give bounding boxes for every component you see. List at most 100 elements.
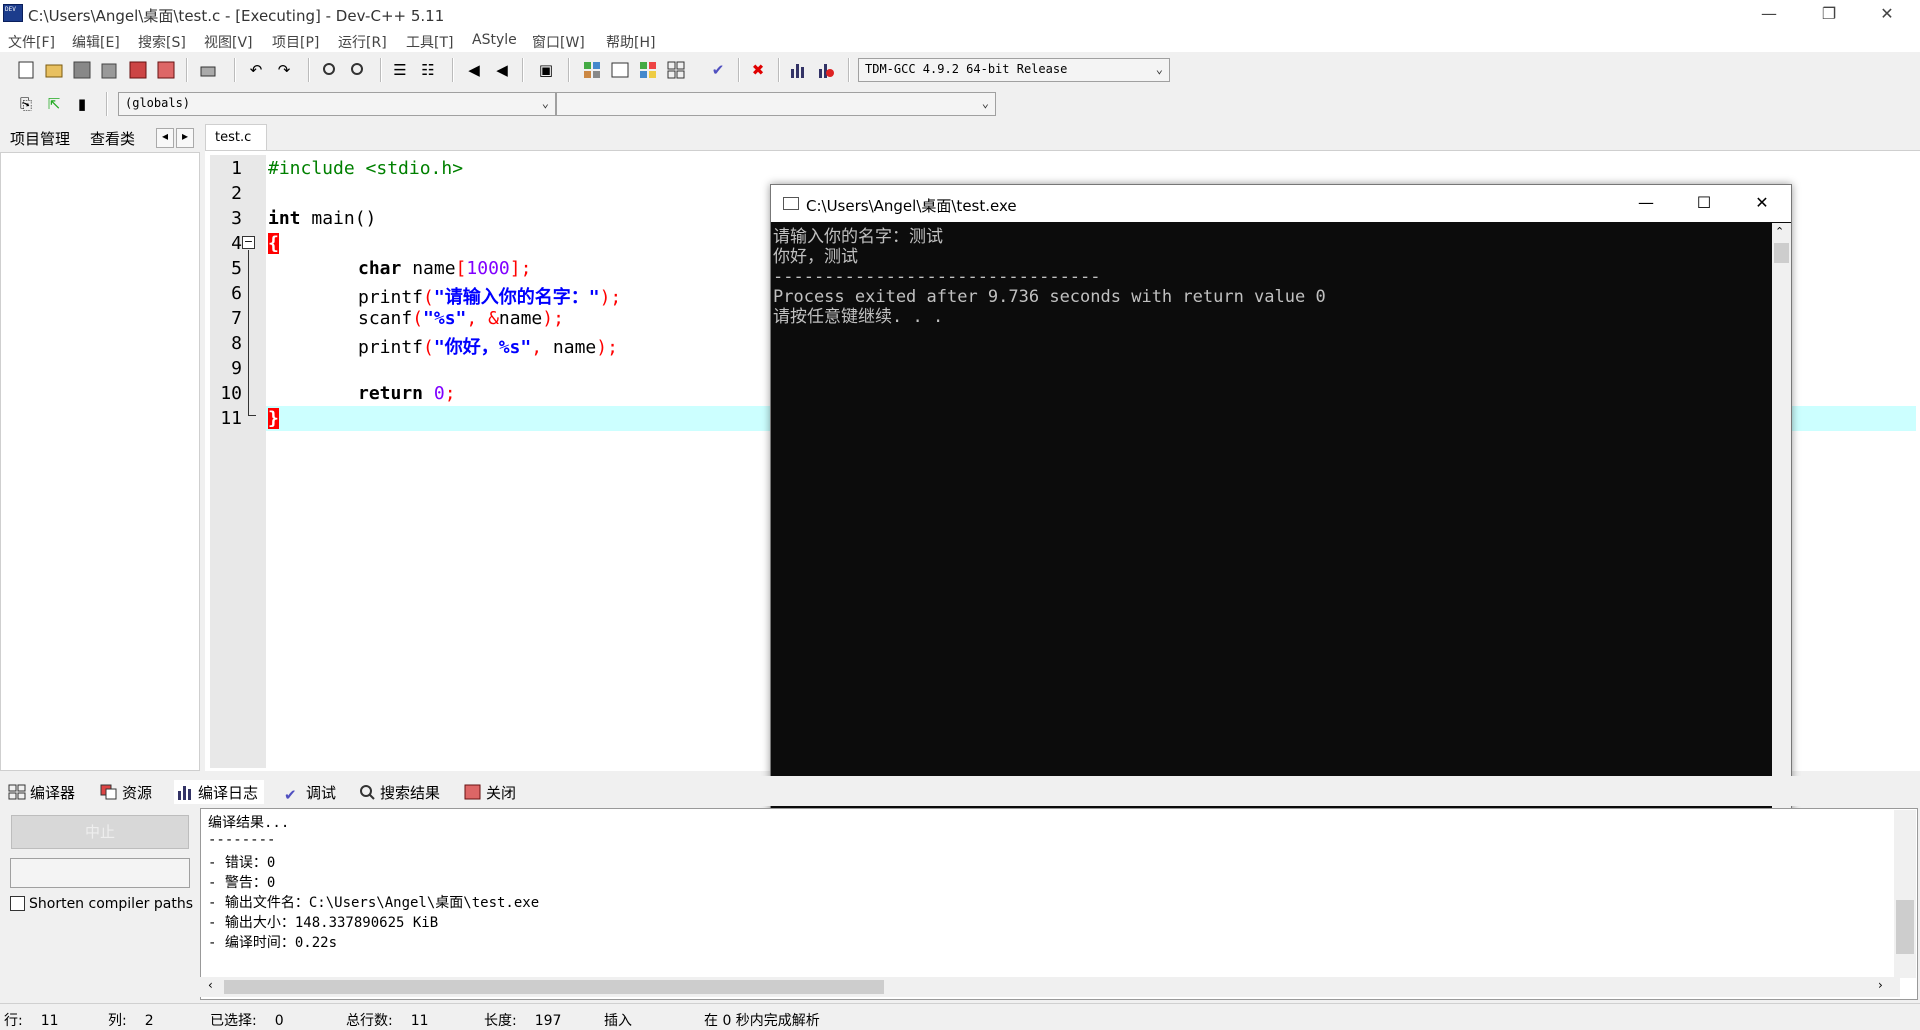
code-symbol: , [466,308,489,329]
tab-compiler[interactable]: 编译器 [8,780,75,804]
shorten-paths-option[interactable]: Shorten compiler paths [10,896,193,912]
save-all-icon[interactable] [98,58,122,82]
code-symbol: ); [596,337,618,358]
fold-toggle-icon[interactable]: − [242,236,255,249]
editor-tab-test-c[interactable]: test.c [205,124,267,150]
find-icon[interactable] [318,58,342,82]
restore-button[interactable]: ❐ [1800,0,1858,28]
goto-icon[interactable]: ▮ [70,92,94,116]
tab-class-browser[interactable]: 查看类 [84,126,142,150]
code-symbol: & [488,308,499,329]
code-symbol: ); [599,287,622,308]
console-scrollbar[interactable]: ⌃ ⌄ [1772,223,1791,821]
syntax-check-icon[interactable]: ✔ [706,58,730,82]
status-label: 总行数: [346,1013,393,1029]
code-line-8: printf("你好，%s", name); [358,333,618,359]
scope-select-value: (globals) [125,96,191,110]
shorten-paths-label: Shorten compiler paths [29,896,194,912]
menu-search[interactable]: 搜索[S] [138,32,186,52]
compile-run-icon[interactable] [636,58,660,82]
tab-close[interactable]: 关闭 [464,780,516,804]
compiler-select[interactable]: TDM-GCC 4.9.2 64-bit Release ⌄ [858,58,1170,82]
tab-resources[interactable]: 资源 [100,780,152,804]
toggle-icon[interactable]: ⇱ [42,92,66,116]
line-number: 11 [220,408,242,429]
undo-icon[interactable]: ↶ [244,58,268,82]
bookmark-next-icon[interactable]: ◀ [490,58,514,82]
console-window[interactable]: C:\Users\Angel\桌面\test.exe — ☐ ✕ 请输入你的名字… [770,184,1792,822]
fold-line [248,250,249,415]
code-symbol: ( [412,308,424,329]
profile-icon[interactable] [786,58,810,82]
rebuild-all-icon[interactable] [664,58,688,82]
code-line-3: int main() [268,208,376,229]
redo-icon[interactable]: ↷ [272,58,296,82]
open-file-icon[interactable] [42,58,66,82]
print-icon[interactable] [196,58,220,82]
menu-edit[interactable]: 编辑[E] [72,32,120,52]
tab-label: 关闭 [486,784,517,802]
run-icon[interactable] [608,58,632,82]
console-line: 你好，测试 [773,247,858,267]
insert-icon[interactable]: ⎘ [14,92,38,116]
console-line: -------------------------------- [773,267,1101,287]
chevron-down-icon: ⌄ [541,96,549,110]
menu-view[interactable]: 视图[V] [204,32,253,52]
output-vscroll-thumb[interactable] [1896,900,1914,954]
log-line: - 警告：0 [208,875,276,891]
line-number: 10 [220,383,242,404]
console-maximize-button[interactable]: ☐ [1675,191,1733,215]
console-close-button[interactable]: ✕ [1733,191,1791,215]
log-line: 编译结果... [208,815,290,831]
chart-icon [176,784,194,800]
save-icon[interactable] [70,58,94,82]
bookmark-prev-icon[interactable]: ◀ [462,58,486,82]
menu-bar: 文件[F] 编辑[E] 搜索[S] 视图[V] 项目[P] 运行[R] 工具[T… [0,28,1920,52]
output-hscroll-thumb[interactable] [224,980,884,994]
console-output: 请输入你的名字：测试 你好，测试 -----------------------… [771,223,1773,821]
unindent-icon[interactable]: ☷ [416,58,440,82]
minimize-button[interactable]: — [1740,0,1798,28]
scroll-left-icon[interactable]: ‹ [208,978,213,992]
console-scroll-thumb[interactable] [1774,243,1789,263]
menu-tools[interactable]: 工具[T] [406,32,453,52]
menu-file[interactable]: 文件[F] [8,32,55,52]
window-title: C:\Users\Angel\桌面\test.c - [Executing] -… [28,7,445,25]
close-button[interactable]: ✕ [1858,0,1916,28]
project-tree-panel[interactable] [0,152,200,771]
shorten-paths-checkbox[interactable] [10,896,25,911]
scroll-up-icon[interactable]: ⌃ [1775,225,1784,238]
member-select[interactable]: ⌄ [556,92,996,116]
tab-label: 搜索结果 [380,784,441,802]
status-label: 已选择: [210,1013,257,1029]
tab-label: 编译日志 [198,784,259,802]
scroll-right-icon[interactable]: › [1878,978,1883,992]
tab-prev-button[interactable]: ◂ [156,128,174,148]
indent-icon[interactable]: ☰ [388,58,412,82]
menu-help[interactable]: 帮助[H] [606,32,655,52]
tab-compile-log[interactable]: 编译日志 [174,780,265,804]
scope-select[interactable]: (globals) ⌄ [118,92,556,116]
tab-search-results[interactable]: 搜索结果 [358,780,440,804]
console-minimize-button[interactable]: — [1617,191,1675,215]
close-all-icon[interactable] [154,58,178,82]
menu-project[interactable]: 项目[P] [272,32,319,52]
tab-next-button[interactable]: ▸ [176,128,194,148]
stop-execution-icon[interactable]: ✖ [746,58,770,82]
compile-icon[interactable] [580,58,604,82]
status-parse: 在 0 秒内完成解析 [704,1013,820,1029]
close-panel-icon [464,784,482,800]
tab-debug[interactable]: ✔ 调试 [284,780,336,804]
code-string: "你好，%s" [433,337,532,358]
new-file-icon[interactable] [14,58,38,82]
code-text: printf [358,337,424,358]
stop-compile-button[interactable]: 中止 [11,815,189,849]
tab-project-manager[interactable]: 项目管理 [4,126,77,150]
menu-run[interactable]: 运行[R] [338,32,387,52]
menu-astyle[interactable]: AStyle [472,32,517,48]
goto-line-icon[interactable]: ▣ [534,58,558,82]
delete-profile-icon[interactable] [814,58,838,82]
replace-icon[interactable] [346,58,370,82]
menu-window[interactable]: 窗口[W] [532,32,585,52]
close-file-icon[interactable] [126,58,150,82]
